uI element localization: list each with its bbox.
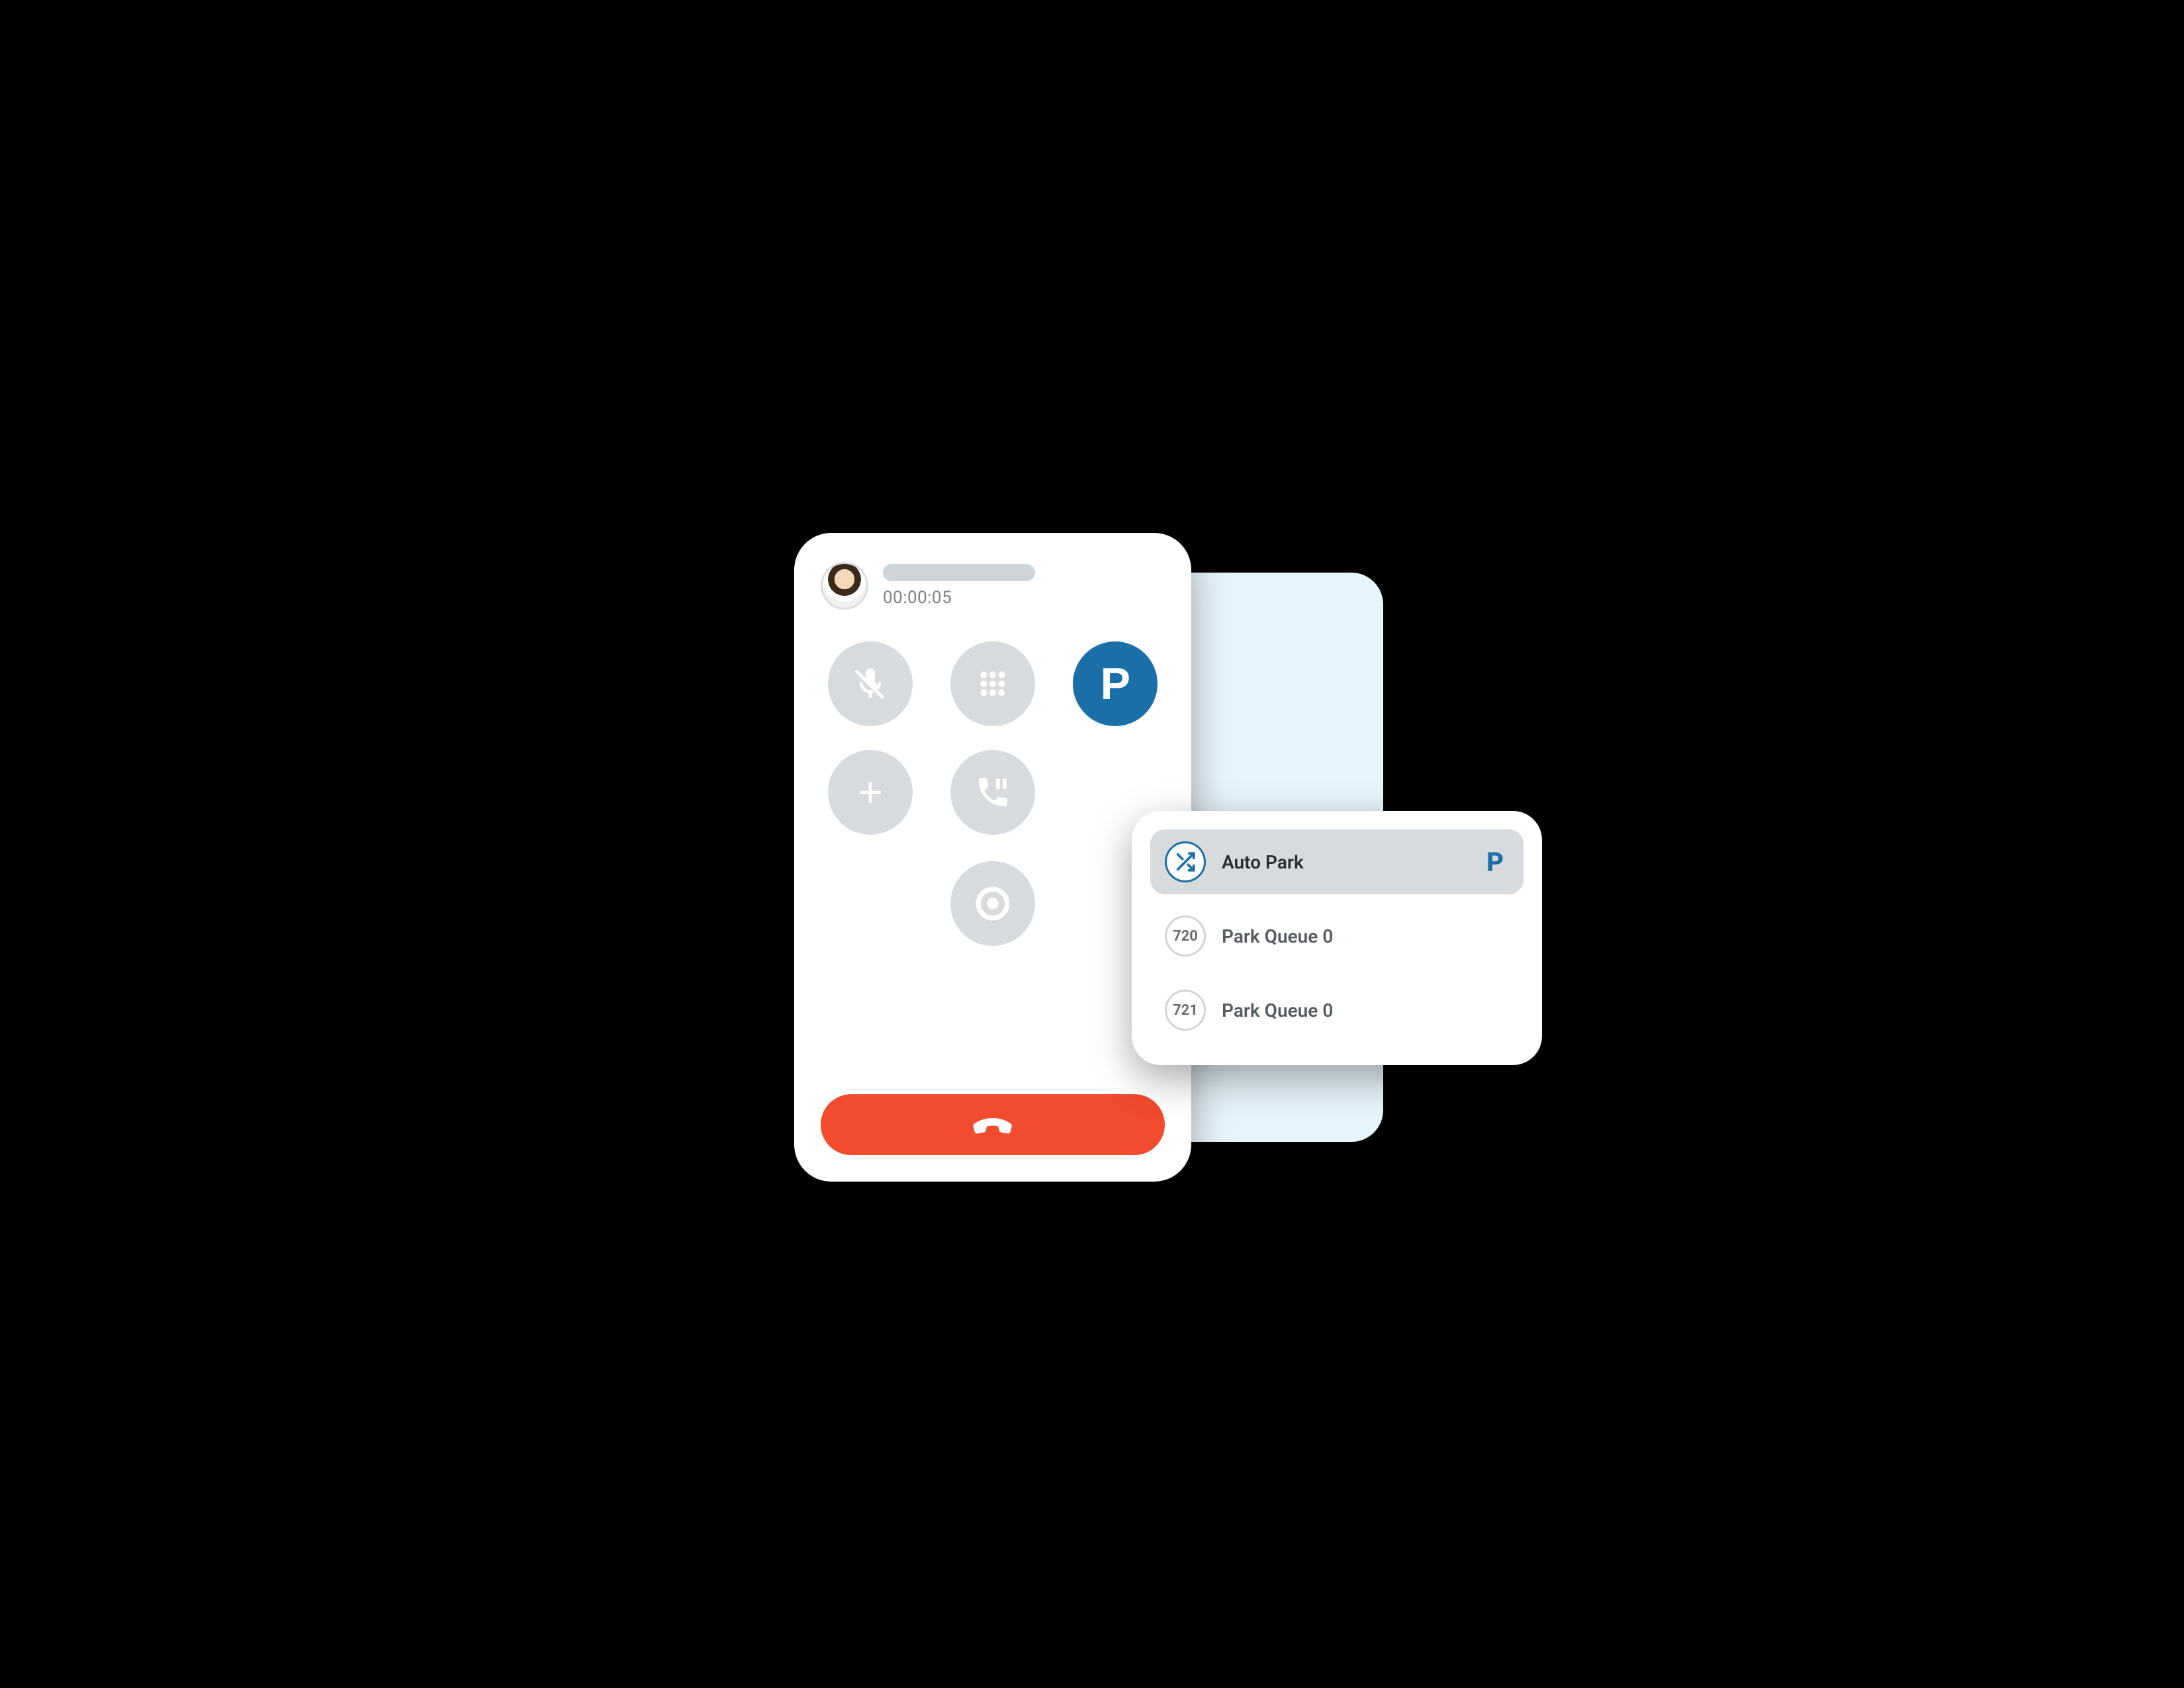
extension-badge: 720: [1165, 915, 1206, 957]
plus-icon: [852, 774, 888, 810]
record-row: [821, 861, 1165, 946]
hangup-button[interactable]: [821, 1094, 1165, 1155]
park-slot-label: Park Queue 0: [1222, 1000, 1509, 1021]
auto-park-trailing-p: P: [1486, 847, 1504, 878]
extension-number: 721: [1173, 1002, 1198, 1019]
record-icon: [974, 884, 1012, 923]
dialpad-icon: [975, 666, 1011, 702]
extension-number: 720: [1173, 928, 1198, 945]
phone-hangup-icon: [969, 1100, 1017, 1150]
caller-meta: 00:00:05: [883, 564, 1035, 608]
auto-park-label: Auto Park: [1222, 851, 1471, 873]
caller-header: 00:00:05: [821, 562, 1165, 610]
shuffle-icon: [1165, 841, 1206, 882]
call-controls-grid: P: [821, 641, 1165, 835]
park-slot-row-720[interactable]: 720 Park Queue 0: [1150, 904, 1524, 968]
hold-button[interactable]: [950, 750, 1035, 835]
record-button[interactable]: [950, 861, 1035, 946]
park-slot-row-721[interactable]: 721 Park Queue 0: [1150, 978, 1524, 1043]
park-p-icon: P: [1101, 661, 1130, 706]
extension-badge: 721: [1165, 990, 1206, 1031]
dialpad-button[interactable]: [950, 641, 1035, 726]
park-slot-label: Park Queue 0: [1222, 925, 1509, 947]
softphone-ui-composition: 00:00:05: [582, 453, 1602, 1235]
park-menu-popover: Auto Park P 720 Park Queue 0 721 Park Qu…: [1132, 811, 1542, 1065]
mic-muted-icon: [852, 665, 889, 702]
mute-button[interactable]: [828, 641, 913, 726]
add-call-button[interactable]: [828, 750, 913, 835]
call-timer: 00:00:05: [883, 588, 1035, 608]
caller-avatar: [821, 562, 868, 610]
phone-pause-icon: [974, 774, 1011, 811]
park-button[interactable]: P: [1073, 641, 1158, 726]
caller-name-placeholder: [883, 564, 1035, 581]
auto-park-row[interactable]: Auto Park P: [1150, 829, 1524, 894]
